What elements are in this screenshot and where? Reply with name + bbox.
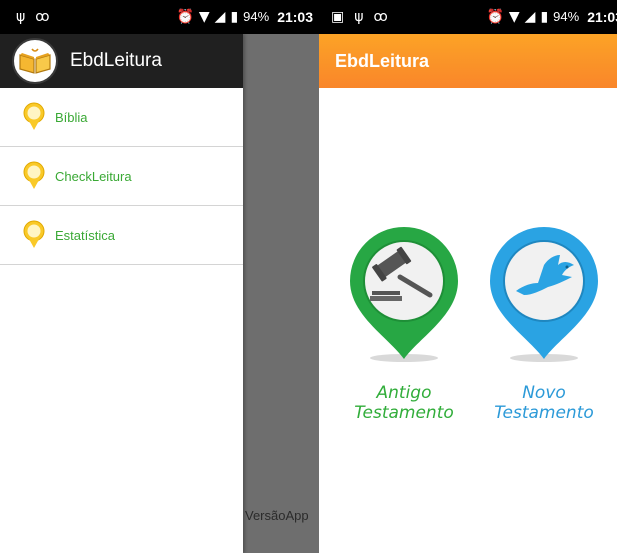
battery-percent: 94% — [243, 9, 270, 24]
signal-icon: ◢ — [524, 9, 536, 25]
wifi-icon: ▼ — [508, 9, 520, 25]
alarm-icon: ⏰ — [486, 9, 504, 25]
drawer-header: EbdLeitura — [0, 34, 243, 88]
dimmed-scrim[interactable] — [243, 88, 319, 553]
antigo-label-line2: Testamento — [354, 403, 454, 423]
battery-icon: ▮ — [540, 9, 549, 25]
signal-icon: ◢ — [214, 9, 226, 25]
antigo-testamento-button[interactable]: Antigo Testamento — [339, 225, 469, 423]
right-screen: ▣ ψ ꝏ ⏰ ▼ ◢ ▮ 94% 21:03 EbdLeitura — [319, 0, 617, 553]
image-icon: ▣ — [331, 9, 345, 25]
wifi-icon: ▼ — [198, 9, 210, 25]
novo-label-line1: Novo — [522, 383, 566, 403]
status-bar-right-icons: ⏰ ▼ ◢ ▮ 94% 21:03 — [486, 8, 617, 26]
dimmed-app-bar[interactable] — [243, 34, 319, 88]
status-bar: ψ ꝏ ⏰ ▼ ◢ ▮ 94% 21:03 — [0, 0, 319, 34]
drawer-item-label: Bíblia — [55, 109, 88, 125]
yellow-pin-icon — [23, 220, 45, 248]
app-title: EbdLeitura — [335, 50, 430, 71]
battery-percent: 94% — [553, 9, 580, 24]
drawer-item-checkleitura[interactable]: CheckLeitura — [0, 147, 243, 206]
gavel-pin-icon — [350, 227, 458, 362]
status-bar-right-icons: ⏰ ▼ ◢ ▮ 94% 21:03 — [176, 8, 313, 26]
novo-label-line2: Testamento — [494, 403, 594, 423]
drawer-item-estatistica[interactable]: Estatística — [0, 206, 243, 265]
drawer-app-title: EbdLeitura — [70, 50, 162, 71]
status-bar-left-icons: ψ ꝏ — [16, 8, 50, 26]
clock: 21:03 — [277, 9, 313, 25]
battery-icon: ▮ — [230, 9, 239, 25]
left-screen: ψ ꝏ ⏰ ▼ ◢ ▮ 94% 21:03 VersãoApp EbdLeitu… — [0, 0, 319, 553]
status-bar-left-icons: ▣ ψ ꝏ — [331, 8, 388, 26]
drawer-item-label: CheckLeitura — [55, 168, 132, 184]
app-bar: EbdLeitura — [319, 34, 617, 88]
yellow-pin-icon — [23, 161, 45, 189]
status-bar: ▣ ψ ꝏ ⏰ ▼ ◢ ▮ 94% 21:03 — [319, 0, 617, 34]
antigo-testamento-label: Antigo Testamento — [339, 383, 469, 423]
drawer-item-biblia[interactable]: Bíblia — [0, 88, 243, 147]
alarm-icon: ⏰ — [176, 9, 194, 25]
version-app-text: VersãoApp — [245, 508, 309, 523]
voicemail-icon: ꝏ — [35, 9, 50, 25]
clock: 21:03 — [587, 9, 617, 25]
antigo-label-line1: Antigo — [376, 383, 432, 403]
dove-pin-icon — [490, 227, 598, 362]
yellow-pin-icon — [23, 102, 45, 130]
usb-icon: ψ — [354, 9, 364, 25]
open-book-logo-icon — [12, 38, 58, 84]
novo-testamento-label: Novo Testamento — [479, 383, 609, 423]
voicemail-icon: ꝏ — [373, 9, 388, 25]
novo-testamento-button[interactable]: Novo Testamento — [479, 225, 609, 423]
navigation-drawer: EbdLeitura Bíblia CheckLeitura Estatísti… — [0, 34, 243, 553]
drawer-item-label: Estatística — [55, 227, 115, 243]
usb-icon: ψ — [16, 9, 26, 25]
